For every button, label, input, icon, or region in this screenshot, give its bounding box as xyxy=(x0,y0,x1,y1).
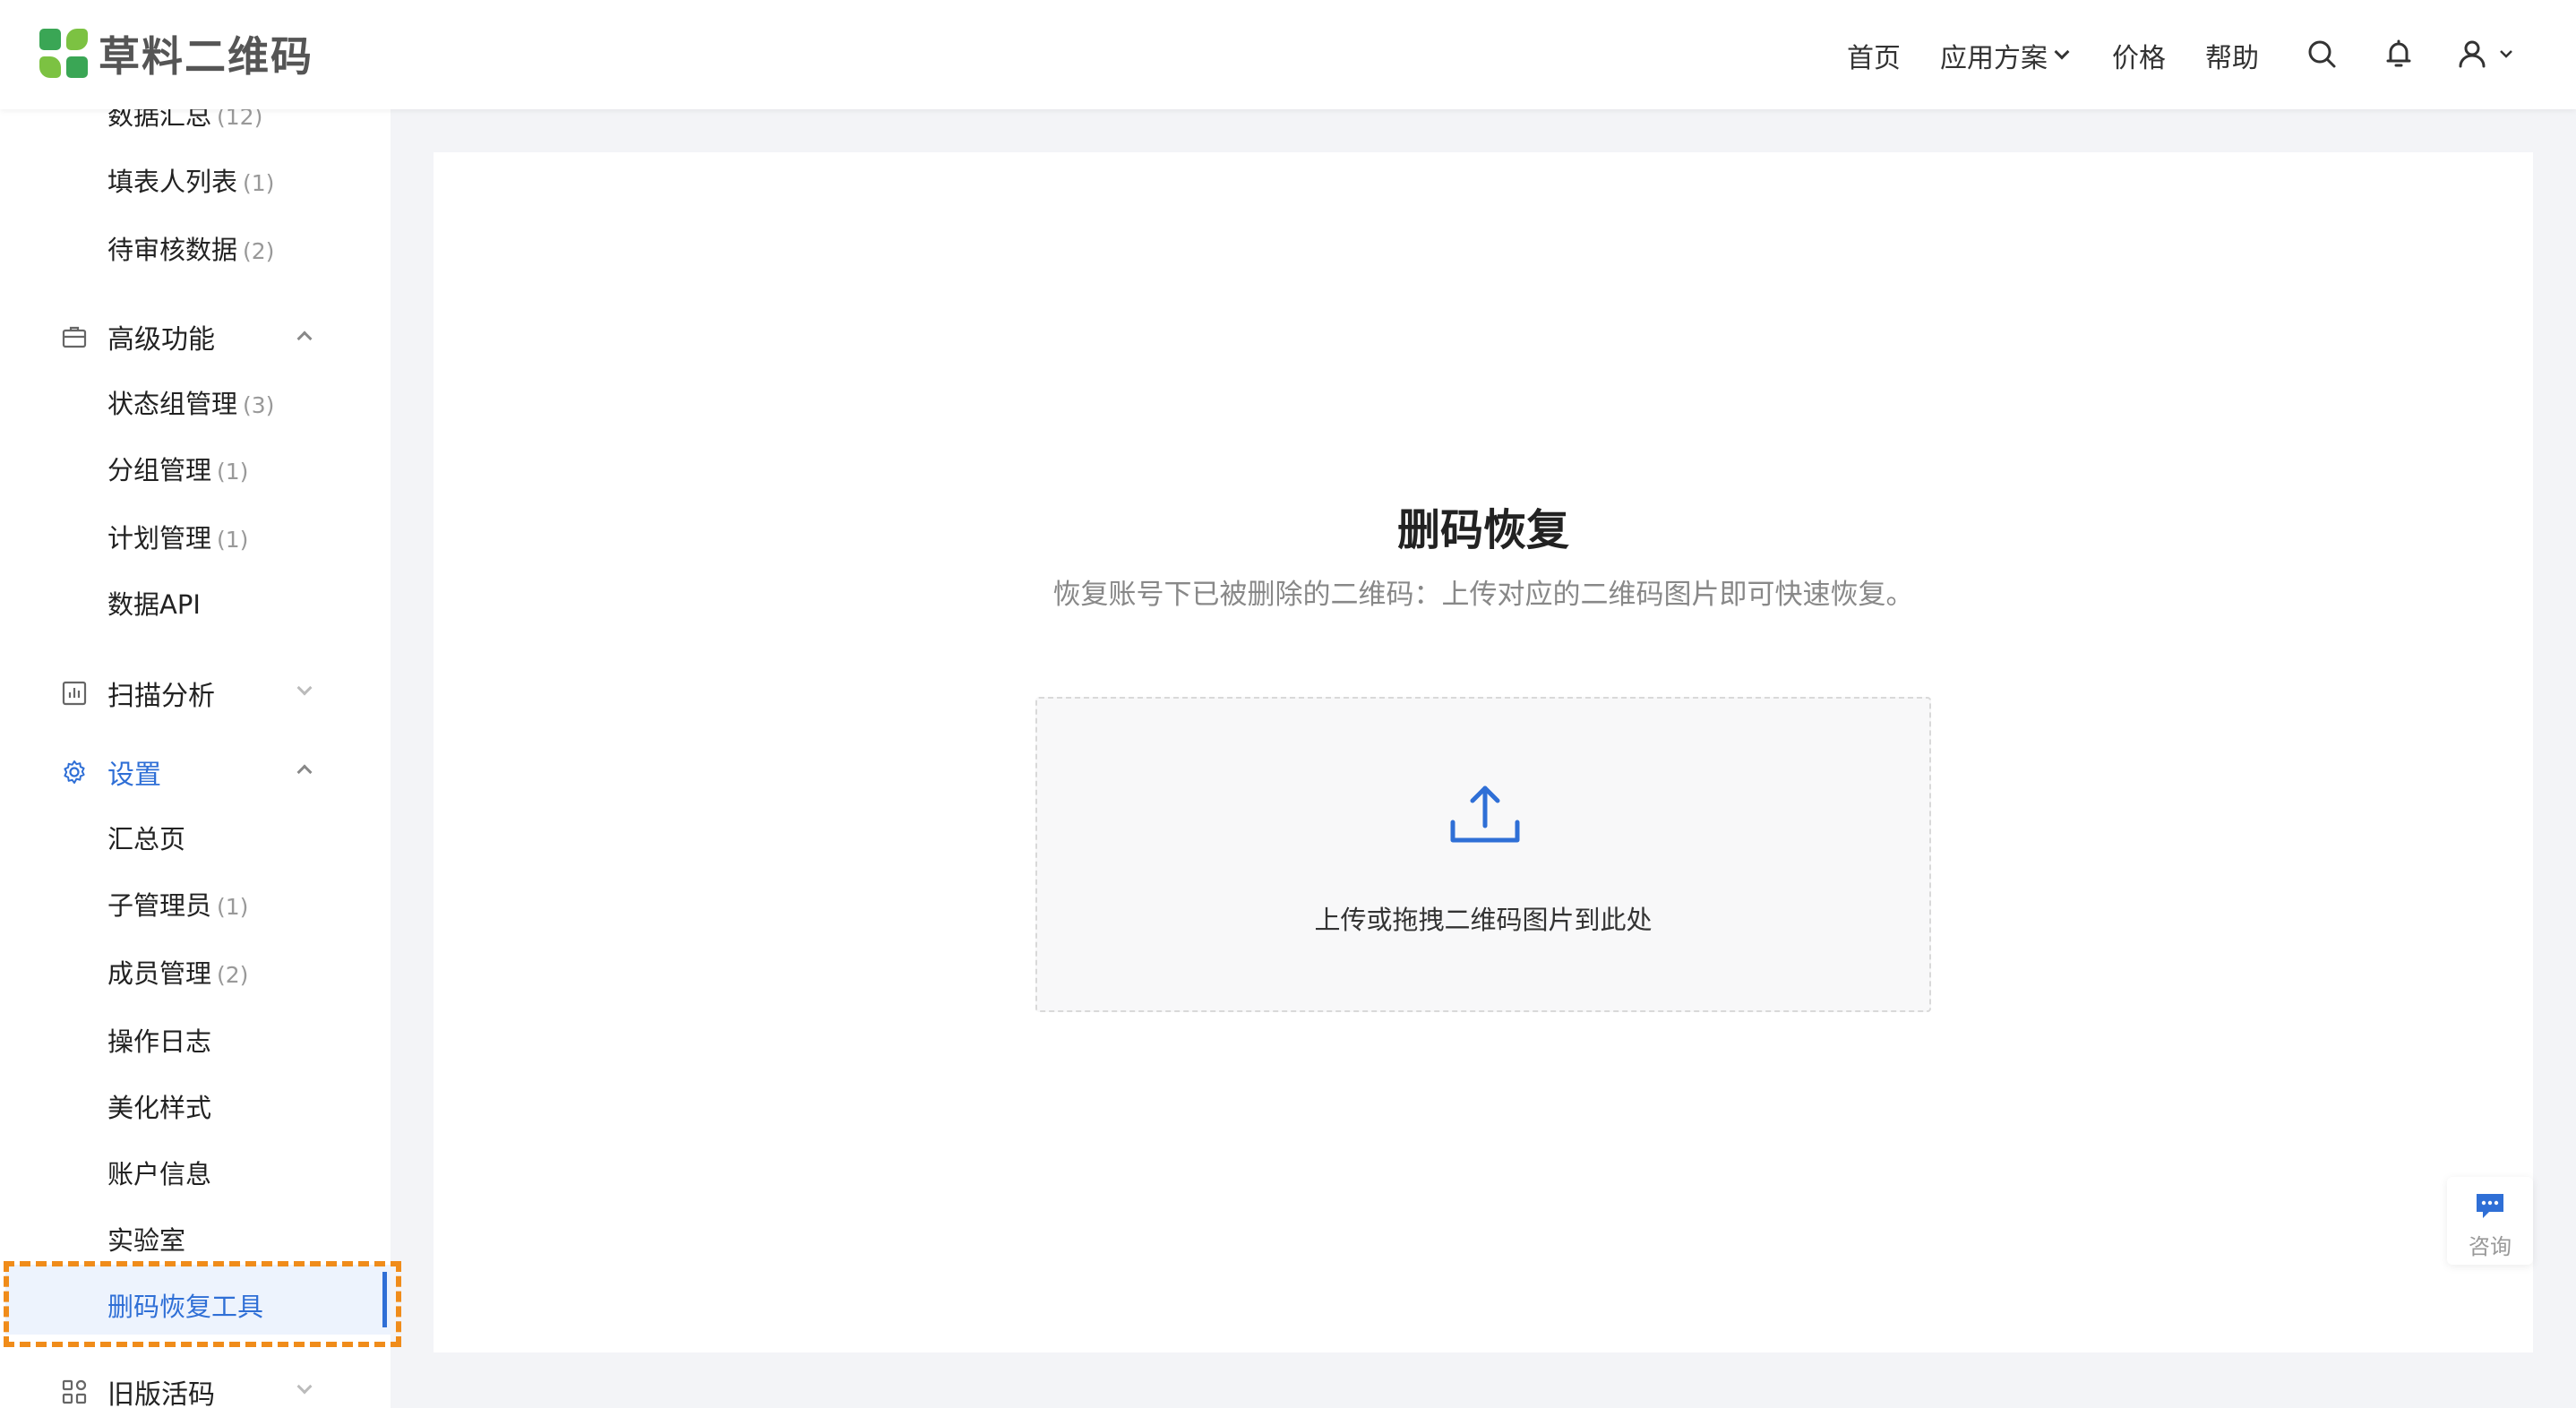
sidebar-item-account-info[interactable]: 账户信息 xyxy=(107,1154,211,1191)
sidebar-item-data-api[interactable]: 数据API xyxy=(107,584,201,622)
chevron-up-icon[interactable] xyxy=(296,764,313,780)
upload-icon xyxy=(1450,786,1520,843)
bar-chart-icon xyxy=(62,681,87,706)
sidebar-item-label: 填表人列表 xyxy=(107,167,238,197)
highlight-box xyxy=(4,1261,401,1347)
sidebar-item-status-groups[interactable]: 状态组管理 (3) xyxy=(107,383,274,421)
logo-text: 草料二维码 xyxy=(99,32,313,81)
sidebar-item-operation-log[interactable]: 操作日志 xyxy=(107,1021,211,1059)
sidebar-item-label: 账户信息 xyxy=(107,1159,212,1189)
sidebar-item-filler-list[interactable]: 填表人列表 (1) xyxy=(107,161,274,199)
sidebar-item-count: (1) xyxy=(243,170,275,196)
user-menu-chevron-icon[interactable] xyxy=(2497,45,2515,63)
chevron-down-icon[interactable] xyxy=(296,1378,313,1395)
sidebar-item-styles[interactable]: 美化样式 xyxy=(107,1087,211,1125)
logo-icon xyxy=(39,29,88,79)
chevron-down-icon xyxy=(2054,44,2070,60)
sidebar-group-label: 扫描分析 xyxy=(107,681,215,712)
chevron-up-icon[interactable] xyxy=(296,331,313,347)
user-icon[interactable] xyxy=(2456,38,2488,70)
sidebar-group-label: 旧版活码 xyxy=(107,1379,215,1408)
sidebar-group-settings[interactable]: 设置 xyxy=(61,752,161,792)
sidebar-item-label: 数据汇总 xyxy=(107,109,212,131)
sidebar-item-count: (1) xyxy=(217,894,249,920)
top-header: 草料二维码 首页 应用方案 价格 帮助 xyxy=(0,0,2576,109)
page-title: 删码恢复 xyxy=(1396,505,1569,555)
nav-home[interactable]: 首页 xyxy=(1847,36,1901,75)
sidebar-item-count: (2) xyxy=(217,962,249,988)
sidebar-item-label: 分组管理 xyxy=(107,455,212,485)
sidebar-item-label: 子管理员 xyxy=(107,890,212,921)
sidebar-item-count: (12) xyxy=(217,109,263,130)
logo[interactable]: 草料二维码 xyxy=(39,27,313,81)
chevron-down-icon[interactable] xyxy=(296,680,313,696)
sidebar-group-advanced[interactable]: 高级功能 xyxy=(61,317,215,356)
sidebar-item-count: (2) xyxy=(243,238,275,264)
sidebar-item-plan-management[interactable]: 计划管理 (1) xyxy=(107,518,248,555)
sidebar-group-scan-analysis[interactable]: 扫描分析 xyxy=(61,674,215,713)
sidebar-group-label: 设置 xyxy=(107,760,161,791)
consult-label: 咨询 xyxy=(2469,1234,2512,1259)
sidebar-item-summary-page[interactable]: 汇总页 xyxy=(107,819,185,856)
search-icon[interactable] xyxy=(2306,38,2338,70)
sidebar-item-lab[interactable]: 实验室 xyxy=(107,1220,185,1258)
sidebar-item-label: 计划管理 xyxy=(107,523,212,554)
main-card: 删码恢复 恢复账号下已被删除的二维码：上传对应的二维码图片即可快速恢复。 上传或… xyxy=(434,152,2533,1352)
sidebar-item-count: (1) xyxy=(217,459,249,485)
briefcase-icon xyxy=(62,326,87,348)
sidebar-item-group-management[interactable]: 分组管理 (1) xyxy=(107,450,248,487)
sidebar-item-data-summary[interactable]: 数据汇总 (12) xyxy=(107,109,262,133)
sidebar-item-sub-admins[interactable]: 子管理员 (1) xyxy=(107,885,248,923)
nav-pricing[interactable]: 价格 xyxy=(2112,36,2166,75)
sidebar-item-label: 数据API xyxy=(107,589,201,620)
grid-icon xyxy=(62,1379,87,1404)
sidebar-item-count: (3) xyxy=(243,392,275,418)
nav-help[interactable]: 帮助 xyxy=(2205,36,2259,75)
gear-icon xyxy=(64,760,85,784)
chat-icon xyxy=(2477,1194,2503,1218)
upload-text: 上传或拖拽二维码图片到此处 xyxy=(1314,905,1653,935)
nav-solutions-label: 应用方案 xyxy=(1940,43,2048,74)
sidebar-group-label: 高级功能 xyxy=(107,324,215,356)
nav-solutions[interactable]: 应用方案 xyxy=(1940,36,2070,75)
consult-button[interactable]: 咨询 xyxy=(2447,1177,2533,1265)
sidebar-item-count: (1) xyxy=(217,527,249,553)
sidebar: 数据汇总 (12) 填表人列表 (1) 待审核数据 (2) 高级功能 状态组管理 (3)… xyxy=(0,109,391,1408)
sidebar-item-label: 汇总页 xyxy=(107,824,186,854)
upload-dropzone[interactable]: 上传或拖拽二维码图片到此处 xyxy=(1035,697,1931,1012)
sidebar-item-pending-review[interactable]: 待审核数据 (2) xyxy=(107,229,274,267)
sidebar-item-label: 待审核数据 xyxy=(107,235,238,265)
sidebar-item-label: 状态组管理 xyxy=(107,389,238,419)
bell-icon[interactable] xyxy=(2383,38,2415,70)
page-description: 恢复账号下已被删除的二维码：上传对应的二维码图片即可快速恢复。 xyxy=(1052,579,1914,611)
sidebar-group-legacy[interactable]: 旧版活码 xyxy=(61,1372,215,1408)
sidebar-item-label: 成员管理 xyxy=(107,958,212,989)
sidebar-item-label: 美化样式 xyxy=(107,1093,212,1123)
sidebar-item-members[interactable]: 成员管理 (2) xyxy=(107,953,248,991)
sidebar-item-label: 实验室 xyxy=(107,1225,186,1256)
sidebar-item-label: 操作日志 xyxy=(107,1026,212,1057)
